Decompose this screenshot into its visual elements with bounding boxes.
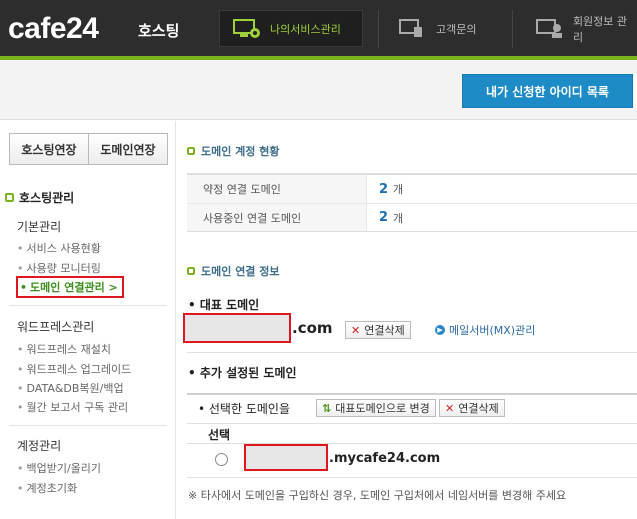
stat-label: 약정 연결 도메인	[187, 175, 367, 203]
disconnect-primary-button[interactable]: ✕ 연결삭제	[345, 321, 411, 339]
nav-divider	[512, 10, 513, 48]
sidebar-item-wp-upgrade[interactable]: • 워드프레스 업그레이드	[17, 361, 131, 377]
primary-domain-label: • 대표 도메인	[188, 298, 260, 312]
disconnect-selected-button[interactable]: ✕ 연결삭제	[439, 399, 505, 417]
masked-extra-domain	[244, 444, 328, 471]
sidebar-item-wp-reinstall[interactable]: • 워드프레스 재설치	[17, 341, 111, 357]
domain-status-table: 약정 연결 도메인 2개 사용중인 연결 도메인 2개	[187, 173, 637, 232]
sidebar-title: 호스팅관리	[5, 189, 74, 206]
my-id-list-button[interactable]: 내가 신청한 아이디 목록	[462, 74, 633, 108]
set-primary-button[interactable]: ⇅ 대표도메인으로 변경	[316, 399, 436, 417]
nav-support[interactable]: 고객문의	[398, 10, 476, 47]
nav-member-label: 회원정보 관리	[572, 14, 628, 44]
extra-domain-suffix: .mycafe24.com	[329, 451, 441, 466]
table-row: 약정 연결 도메인 2개	[187, 175, 637, 203]
nav-divider	[378, 10, 379, 48]
sidebar-item-account-reset[interactable]: • 계정초기화	[17, 480, 77, 496]
sidebar-item-usage-monitoring[interactable]: • 사용량 모니터링	[17, 260, 101, 276]
arrow-circle-icon: ▶	[435, 325, 445, 335]
sidebar-divider	[9, 305, 167, 306]
group-title-basic: 기본관리	[17, 220, 62, 234]
section-bullet-icon	[5, 193, 14, 202]
sidebar-item-domain-connect[interactable]: • 도메인 연결관리 >	[16, 276, 124, 298]
sidebar-tabs: 호스팅연장 도메인연장	[9, 133, 168, 165]
mx-server-link[interactable]: ▶ 메일서버(MX)관리	[435, 322, 535, 338]
primary-domain-suffix: .com	[292, 319, 333, 337]
member-icon	[535, 18, 562, 38]
group-title-account: 계정관리	[17, 439, 62, 453]
hosting-extend-button[interactable]: 호스팅연장	[10, 134, 88, 164]
sidebar-title-label: 호스팅관리	[19, 191, 75, 205]
sidebar-divider	[9, 425, 167, 426]
nav-my-service[interactable]: 나의서비스관리	[219, 10, 363, 47]
domain-status-title: 도메인 계정 현황	[187, 143, 280, 159]
selected-domain-label: • 선택한 도메인을	[198, 402, 290, 416]
logo-subtitle: 호스팅	[138, 22, 180, 40]
sidebar-item-service-status[interactable]: • 서비스 사용현황	[17, 240, 101, 256]
support-icon	[399, 18, 422, 37]
top-header: cafe24 호스팅 나의서비스관리 고객문의 회원정보 관리	[0, 0, 637, 56]
stat-value: 2개	[379, 181, 404, 197]
domain-extend-button[interactable]: 도메인연장	[88, 134, 167, 164]
sidebar-item-backup-upload[interactable]: • 백업받기/올리기	[17, 460, 101, 476]
sidebar-item-data-backup[interactable]: • DATA&DB복원/백업	[17, 380, 124, 396]
sidebar-item-monthly-report[interactable]: • 월간 보고서 구독 관리	[17, 399, 128, 415]
divider	[187, 423, 637, 424]
nav-my-service-label: 나의서비스관리	[270, 22, 341, 36]
group-title-wordpress: 워드프레스관리	[17, 320, 95, 334]
column-header-select: 선택	[208, 428, 231, 442]
close-icon: ✕	[445, 401, 455, 415]
cafe24-logo[interactable]: cafe24	[8, 12, 99, 46]
masked-primary-domain	[183, 313, 291, 343]
divider	[187, 352, 637, 353]
stat-value: 2개	[379, 210, 404, 225]
close-icon: ✕	[351, 323, 361, 337]
domain-select-radio[interactable]	[215, 453, 228, 466]
section-bullet-icon	[187, 147, 195, 155]
nav-member[interactable]: 회원정보 관리	[535, 10, 637, 47]
extra-domain-label: • 추가 설정된 도메인	[188, 366, 297, 380]
divider	[187, 477, 637, 478]
swap-icon: ⇅	[322, 401, 332, 415]
table-row: 사용중인 연결 도메인 2개	[187, 203, 637, 231]
monitor-gear-icon	[233, 18, 260, 38]
nav-support-label: 고객문의	[436, 22, 477, 36]
nameserver-notice: ※ 타사에서 도메인을 구입하신 경우, 도메인 구입처에서 네임서버를 변경해…	[188, 489, 567, 502]
stat-label: 사용중인 연결 도메인	[187, 204, 367, 231]
section-bullet-icon	[187, 267, 195, 275]
content-divider	[175, 121, 176, 519]
domain-info-title: 도메인 연결 정보	[187, 263, 280, 279]
